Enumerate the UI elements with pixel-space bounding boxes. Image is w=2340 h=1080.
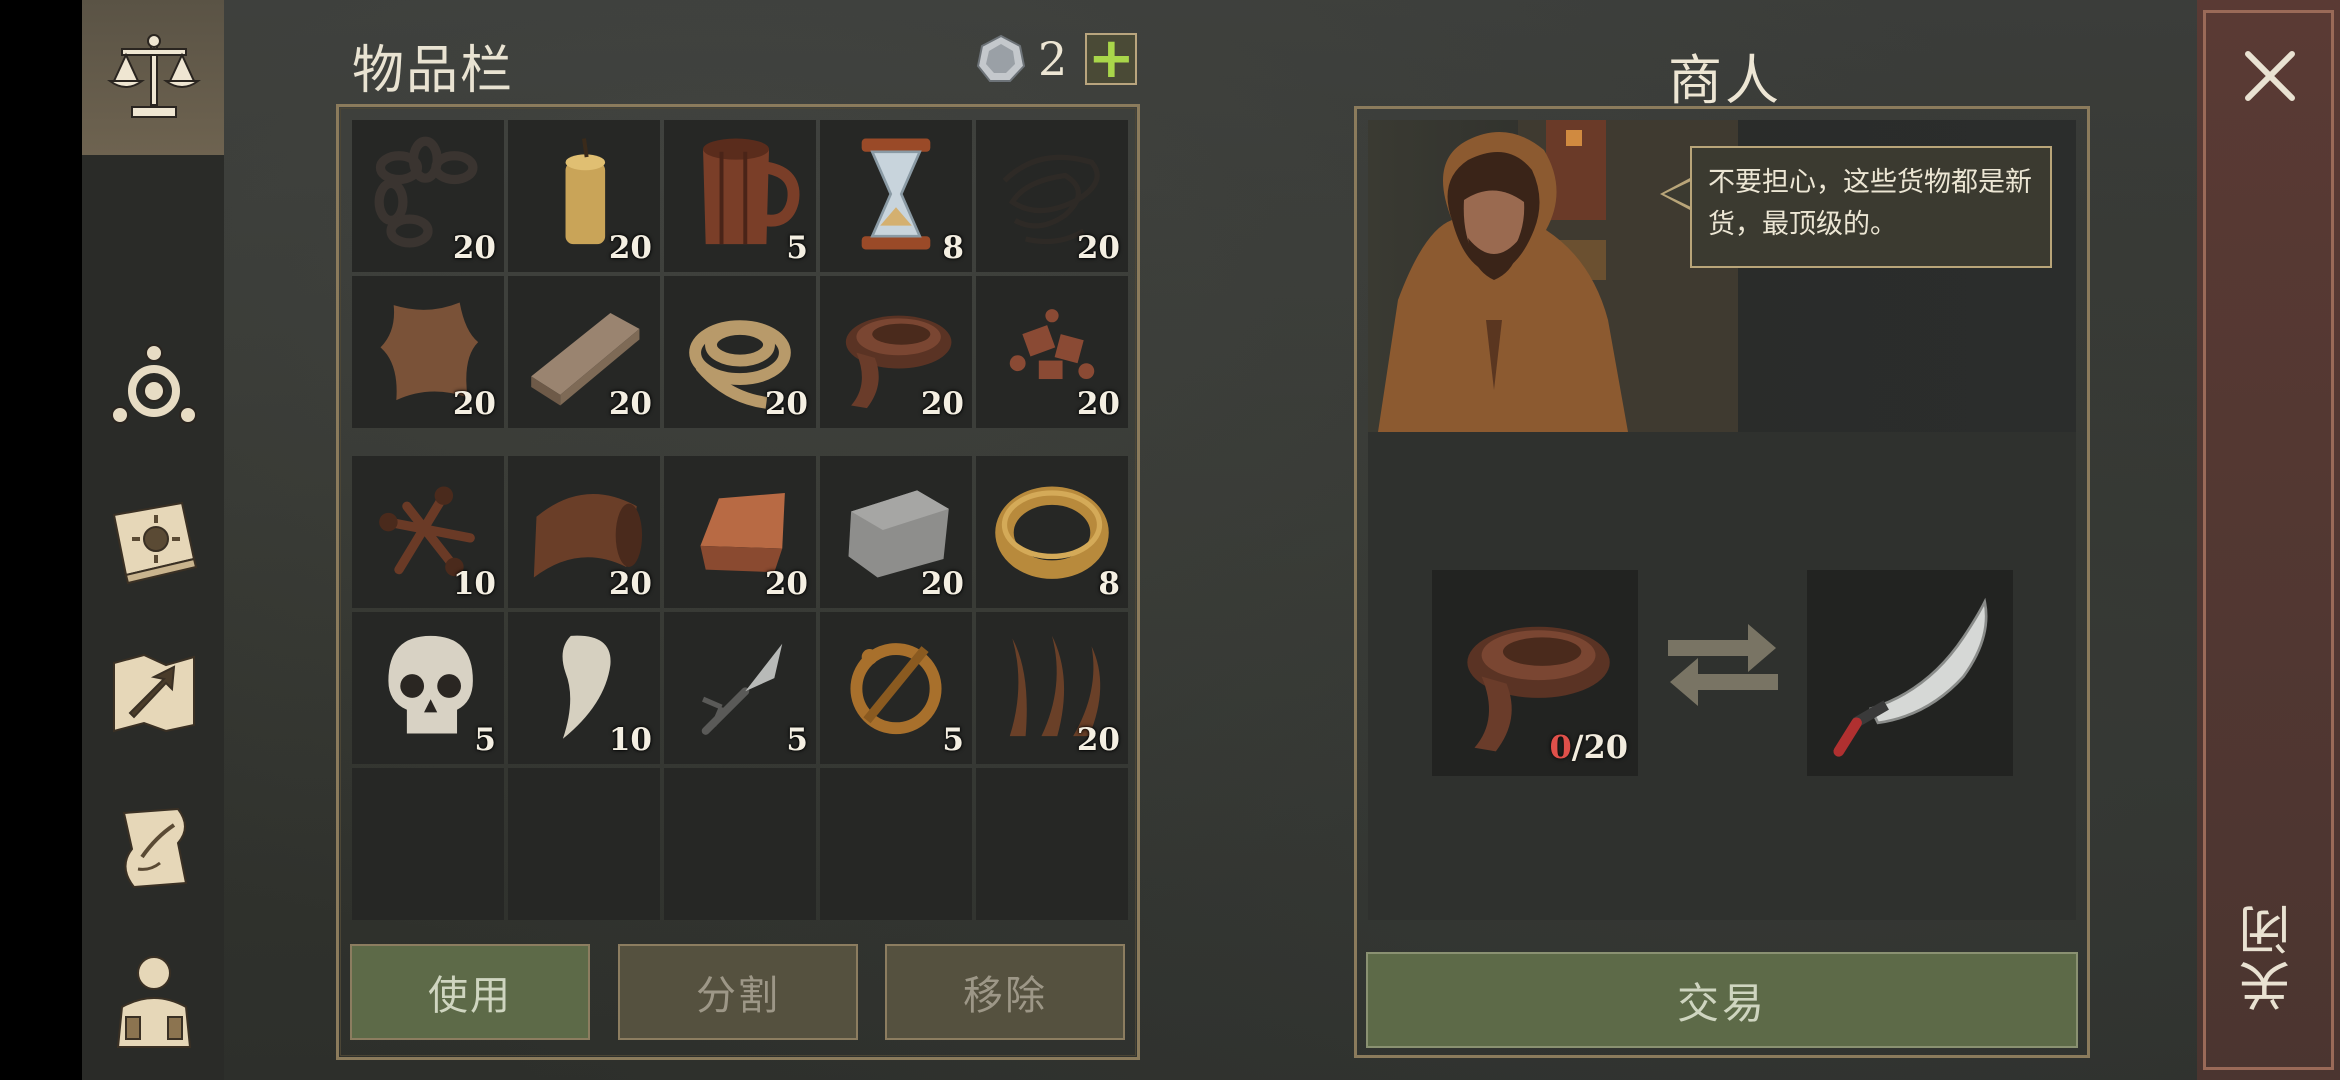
split-button[interactable]: 分割 (618, 944, 858, 1040)
scales-icon[interactable] (95, 22, 213, 132)
close-label[interactable]: 关闭 (2232, 900, 2304, 1012)
item-quantity: 20 (764, 386, 808, 422)
merchant-speech-bubble: 不要担心，这些货物都是新货，最顶级的。 (1690, 146, 2052, 268)
compass-icon[interactable] (95, 330, 213, 440)
quest-scroll-icon[interactable] (95, 792, 213, 902)
inventory-slot-empty[interactable] (352, 768, 504, 920)
item-quantity: 20 (608, 386, 652, 422)
item-quantity: 5 (786, 230, 808, 266)
swap-arrows-icon (1668, 624, 1778, 706)
item-quantity: 20 (452, 230, 496, 266)
inventory-slot-empty[interactable] (508, 768, 660, 920)
inventory-slot-chain[interactable]: 20 (352, 120, 504, 272)
inventory-slot-empty[interactable] (664, 768, 816, 920)
inventory-slot-scrap-parts[interactable]: 20 (976, 276, 1128, 428)
item-quantity: 20 (1076, 386, 1120, 422)
inventory-slot-wooden-mug[interactable]: 5 (664, 120, 816, 272)
inventory-slot-leather-strap[interactable]: 20 (820, 276, 972, 428)
item-quantity: 10 (608, 722, 652, 758)
inventory-slot-fork[interactable]: 5 (664, 612, 816, 764)
character-icon[interactable] (95, 946, 213, 1056)
item-quantity: 20 (608, 230, 652, 266)
trade-receive-slot[interactable] (1807, 570, 2013, 776)
speech-bubble-tail-inner (1664, 181, 1691, 207)
item-quantity: 20 (1076, 230, 1120, 266)
inventory-slot-sinew[interactable]: 20 (976, 612, 1128, 764)
inventory-slot-hide[interactable]: 20 (352, 276, 504, 428)
trade-give-slot[interactable]: 0/20 (1432, 570, 1638, 776)
sun-book-icon[interactable] (95, 484, 213, 594)
item-quantity: 5 (786, 722, 808, 758)
close-icon[interactable] (2234, 40, 2306, 112)
inventory-slot-wire-coil[interactable]: 20 (976, 120, 1128, 272)
item-quantity: 10 (452, 566, 496, 602)
plus-icon: + (1087, 26, 1135, 91)
inventory-slot-skull[interactable]: 5 (352, 612, 504, 764)
scimitar-icon (1833, 597, 1988, 757)
item-quantity: 8 (942, 230, 964, 266)
inventory-slot-empty[interactable] (976, 768, 1128, 920)
inventory-slot-hourglass[interactable]: 8 (820, 120, 972, 272)
inventory-slot-candle[interactable]: 20 (508, 120, 660, 272)
inventory-slot-empty[interactable] (820, 768, 972, 920)
inventory-title: 物品栏 (352, 41, 515, 101)
inventory-slot-wood-plank[interactable]: 20 (508, 276, 660, 428)
inventory-slot-nails[interactable]: 10 (352, 456, 504, 608)
map-arrow-icon[interactable] (95, 638, 213, 748)
inventory-slot-copper-ingot[interactable]: 20 (664, 456, 816, 608)
item-quantity: 20 (920, 566, 964, 602)
item-quantity: 20 (1076, 722, 1120, 758)
trade-need-count: /20 (1571, 728, 1628, 766)
item-quantity: 20 (452, 386, 496, 422)
inventory-slot-brooch[interactable]: 5 (820, 612, 972, 764)
trade-give-count: 0/20 (1550, 728, 1628, 766)
inventory-slot-gold-ring[interactable]: 8 (976, 456, 1128, 608)
remove-button[interactable]: 移除 (885, 944, 1125, 1040)
trade-have-count: 0 (1549, 728, 1572, 766)
inventory-slot-leather-roll[interactable]: 20 (508, 456, 660, 608)
inventory-grid-resources: 20 20 5 8 20 20 20 20 20 20 (352, 120, 1128, 428)
item-quantity: 20 (920, 386, 964, 422)
item-quantity: 8 (1098, 566, 1120, 602)
currency-value: 2 (1038, 32, 1068, 86)
inventory-grid-items: 10 20 20 20 8 5 10 5 5 20 (352, 456, 1128, 920)
add-currency-button[interactable]: + (1085, 26, 1138, 91)
inventory-slot-fang[interactable]: 10 (508, 612, 660, 764)
merchant-title: 商人 (1668, 49, 1782, 112)
inventory-slot-rope[interactable]: 20 (664, 276, 816, 428)
item-quantity: 5 (942, 722, 964, 758)
use-button[interactable]: 使用 (350, 944, 590, 1040)
inventory-slot-stone-block[interactable]: 20 (820, 456, 972, 608)
silver-coin-icon (976, 34, 1026, 82)
item-quantity: 20 (764, 566, 808, 602)
screen-edge (0, 0, 82, 1080)
item-quantity: 20 (608, 566, 652, 602)
item-quantity: 5 (474, 722, 496, 758)
currency-display: 2 + (976, 26, 1138, 91)
trade-button[interactable]: 交易 (1366, 952, 2078, 1048)
